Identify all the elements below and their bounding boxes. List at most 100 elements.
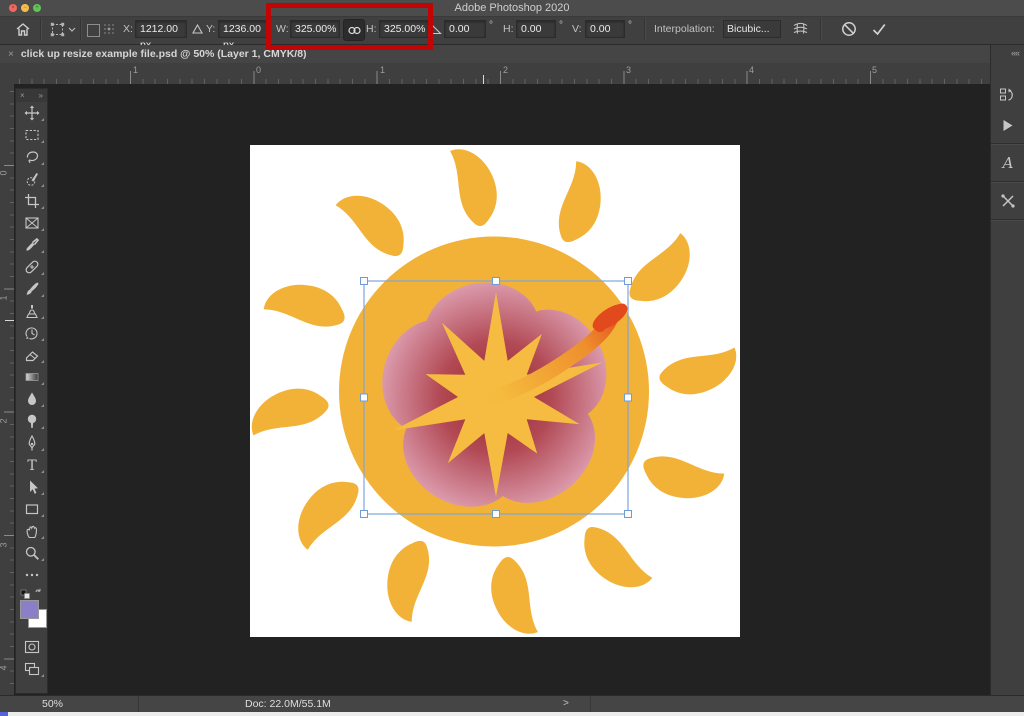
actions-panel-icon[interactable] <box>991 110 1024 140</box>
reference-point-checkbox[interactable] <box>87 24 100 37</box>
spot-healing-brush-tool[interactable] <box>16 256 47 278</box>
transform-tool-icon[interactable] <box>48 20 66 38</box>
ruler-label: 0 <box>256 65 262 75</box>
default-swap-colors-icons[interactable] <box>16 586 47 600</box>
home-icon[interactable] <box>14 20 32 38</box>
rotate-angle-icon[interactable] <box>430 20 442 38</box>
path-selection-tool[interactable] <box>16 476 47 498</box>
width-scale-field[interactable]: 325.00% <box>290 20 340 38</box>
delta-relative-position-icon[interactable] <box>190 20 204 38</box>
gradient-tool[interactable] <box>16 366 47 388</box>
ruler-label: 3 <box>0 542 9 547</box>
ruler-label: 5 <box>872 65 878 75</box>
rectangular-marquee-tool[interactable] <box>16 124 47 146</box>
divider <box>991 219 1024 221</box>
toolbar-close-icon[interactable]: × <box>20 91 25 100</box>
ruler-label: 4 <box>749 65 755 75</box>
color-swatches[interactable] <box>16 600 47 636</box>
divider <box>40 18 42 40</box>
titlebar: × − + Adobe Photoshop 2020 <box>0 0 1024 17</box>
page-accent <box>0 712 8 716</box>
transform-options-bar: X: 1212.00 px Y: 1236.00 px W: 325.00% H… <box>0 17 1024 51</box>
tool-presets-panel-icon[interactable] <box>991 186 1024 216</box>
expand-panels-icon[interactable]: «« <box>991 45 1024 58</box>
character-panel-icon[interactable]: A <box>991 148 1024 178</box>
ruler-label: 1 <box>133 65 139 75</box>
h-skew-field[interactable]: 0.00 <box>516 20 556 38</box>
zoom-level-field[interactable]: 50% <box>42 698 63 710</box>
reference-point-icon <box>102 20 116 38</box>
svg-text:A: A <box>1000 154 1013 172</box>
collapsed-panels-strip: «« A <box>990 45 1024 695</box>
document-tab[interactable]: × click up resize example file.psd @ 50%… <box>0 45 1024 63</box>
ruler-label: 0 <box>0 170 9 175</box>
divider <box>991 181 1024 183</box>
width-label: W: <box>276 23 289 35</box>
history-brush-tool[interactable] <box>16 322 47 344</box>
blur-tool[interactable] <box>16 388 47 410</box>
quick-mask-mode-button[interactable] <box>16 636 47 658</box>
screen-mode-button[interactable] <box>16 658 47 680</box>
ruler-corner[interactable] <box>0 63 15 85</box>
warp-mode-icon[interactable] <box>790 20 810 38</box>
interpolation-value: Bicubic... <box>727 23 770 35</box>
eraser-tool[interactable] <box>16 344 47 366</box>
ruler-label: 2 <box>0 418 9 423</box>
horizontal-ruler[interactable]: 1 0 1 2 3 4 5 <box>14 63 1024 85</box>
type-tool[interactable]: T <box>16 454 47 476</box>
toolbar-header: × » <box>16 89 47 102</box>
document-title: click up resize example file.psd @ 50% (… <box>20 48 307 60</box>
eyedropper-tool[interactable] <box>16 234 47 256</box>
commit-transform-icon[interactable] <box>868 20 890 38</box>
close-tab-icon[interactable]: × <box>8 49 14 60</box>
divider <box>80 18 82 40</box>
move-tool[interactable] <box>16 102 47 124</box>
foreground-color-swatch[interactable] <box>20 600 39 619</box>
maintain-aspect-ratio-link-icon[interactable] <box>343 19 365 41</box>
x-position-field[interactable]: 1212.00 px <box>135 20 187 51</box>
degree-symbol: ° <box>628 20 632 31</box>
ruler-cursor-indicator <box>483 75 484 84</box>
chevron-down-icon[interactable] <box>67 20 77 38</box>
vertical-ruler[interactable]: 0 1 2 3 4 <box>0 84 15 695</box>
interpolation-dropdown[interactable]: Bicubic...⌄ <box>723 20 781 49</box>
edit-toolbar-ellipsis-icon[interactable] <box>16 564 47 586</box>
ruler-label: 1 <box>0 295 9 300</box>
svg-text:T: T <box>27 458 37 473</box>
rectangle-shape-tool[interactable] <box>16 498 47 520</box>
document-canvas[interactable] <box>250 145 740 637</box>
frame-tool[interactable] <box>16 212 47 234</box>
cancel-transform-icon[interactable] <box>838 20 860 38</box>
divider <box>991 143 1024 145</box>
crop-tool[interactable] <box>16 190 47 212</box>
divider <box>138 696 139 713</box>
lasso-tool[interactable] <box>16 146 47 168</box>
rotation-field[interactable]: 0.00 <box>444 20 486 38</box>
dodge-tool[interactable] <box>16 410 47 432</box>
clone-stamp-tool[interactable] <box>16 300 47 322</box>
interpolation-label: Interpolation: <box>654 23 715 35</box>
v-skew-field[interactable]: 0.00 <box>585 20 625 38</box>
x-label: X: <box>123 23 133 35</box>
hand-tool[interactable] <box>16 520 47 542</box>
y-label: Y: <box>206 23 216 35</box>
degree-symbol: ° <box>489 20 493 31</box>
canvas-workspace[interactable] <box>14 84 990 695</box>
divider <box>590 696 591 713</box>
height-scale-field[interactable]: 325.00% <box>379 20 429 38</box>
document-tab-bar: × click up resize example file.psd @ 50%… <box>0 45 1024 63</box>
y-position-field[interactable]: 1236.00 px <box>218 20 270 51</box>
toolbar-expand-icon[interactable]: » <box>39 91 43 100</box>
ruler-label: 4 <box>0 665 9 670</box>
status-options-chevron-icon[interactable]: > <box>563 698 569 709</box>
quick-selection-tool[interactable] <box>16 168 47 190</box>
history-panel-icon[interactable] <box>991 80 1024 110</box>
document-size-info: Doc: 22.0M/55.1M <box>245 698 331 710</box>
degree-symbol: ° <box>559 20 563 31</box>
brush-tool[interactable] <box>16 278 47 300</box>
zoom-tool[interactable] <box>16 542 47 564</box>
h-skew-label: H: <box>503 23 514 35</box>
pen-tool[interactable] <box>16 432 47 454</box>
tools-panel: × » T <box>15 88 48 694</box>
ruler-cursor-indicator <box>5 320 14 321</box>
